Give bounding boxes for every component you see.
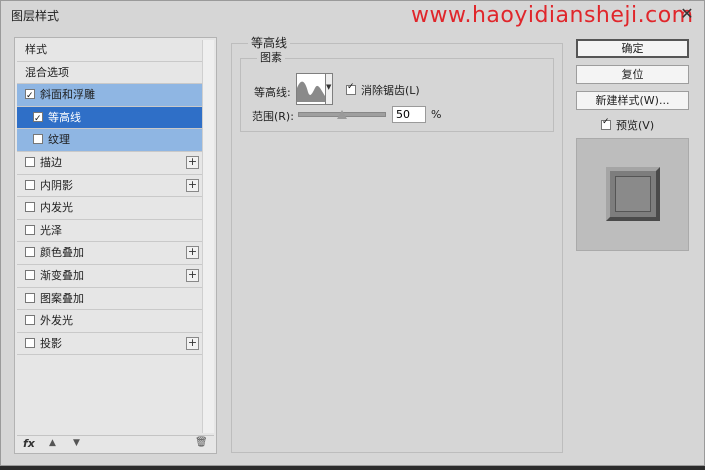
preview-checkbox[interactable] <box>601 117 611 130</box>
style-preview-box <box>576 138 689 251</box>
inner-glow-checkbox[interactable] <box>25 202 35 213</box>
antialias-checkbox[interactable] <box>346 82 356 95</box>
contour-picker-label: 等高线: <box>254 86 291 99</box>
move-up-icon[interactable]: ▲ <box>49 438 56 448</box>
styles-list-toolbar: fx ▲ ▼ 🗑 <box>17 435 214 452</box>
add-color-overlay-plus-icon[interactable]: + <box>186 246 199 260</box>
style-item-label: 投影 <box>40 336 62 350</box>
contour-dropdown-button[interactable]: ▼ <box>326 73 333 105</box>
style-item-label: 光泽 <box>40 223 62 237</box>
contour-curve-icon <box>297 81 325 102</box>
title-bar[interactable]: 图层样式 www.haoyidiansheji.com ✕ <box>1 1 704 29</box>
range-unit: % <box>431 108 442 121</box>
style-item-label: 纹理 <box>48 133 70 147</box>
styles-list-scrollbar[interactable] <box>202 40 214 433</box>
style-item-pattern-overlay[interactable]: 图案叠加 <box>17 287 203 311</box>
style-item-texture[interactable]: 纹理 <box>17 129 203 152</box>
stroke-checkbox[interactable] <box>25 156 35 167</box>
styles-header[interactable]: 样式 <box>17 39 203 62</box>
move-down-icon[interactable]: ▼ <box>73 438 80 448</box>
dialog-title: 图层样式 <box>11 9 60 23</box>
style-item-inner-shadow[interactable]: 内阴影 + <box>17 174 203 198</box>
style-item-bevel-emboss[interactable]: 斜面和浮雕 <box>17 84 203 107</box>
blend-options-label: 混合选项 <box>25 65 69 79</box>
trash-icon[interactable]: 🗑 <box>195 437 208 448</box>
inner-shadow-checkbox[interactable] <box>25 179 35 190</box>
contour-curve-picker[interactable] <box>296 73 326 105</box>
texture-checkbox[interactable] <box>33 134 43 145</box>
reset-button[interactable]: 复位 <box>576 65 689 84</box>
range-label: 范围(R): <box>252 110 294 123</box>
style-item-label: 描边 <box>40 155 62 169</box>
style-item-color-overlay[interactable]: 颜色叠加 + <box>17 242 203 265</box>
antialias-label: 消除锯齿(L) <box>361 84 420 97</box>
pattern-overlay-checkbox[interactable] <box>25 292 35 303</box>
style-item-label: 等高线 <box>48 110 81 124</box>
fx-icon[interactable]: fx <box>23 437 35 450</box>
style-item-satin[interactable]: 光泽 <box>17 219 203 243</box>
bevel-emboss-checkbox[interactable] <box>25 86 35 107</box>
style-item-label: 内阴影 <box>40 178 73 192</box>
style-preview-swatch-inner <box>615 176 651 212</box>
style-item-label: 渐变叠加 <box>40 268 84 282</box>
style-item-stroke[interactable]: 描边 + <box>17 151 203 175</box>
range-input[interactable] <box>392 106 426 123</box>
styles-list-panel: 样式 混合选项 斜面和浮雕 等高线 纹理 描边 + 内阴影 + 内发光 光泽 颜… <box>14 37 217 454</box>
style-item-label: 颜色叠加 <box>40 246 84 260</box>
style-item-label: 内发光 <box>40 201 73 215</box>
style-item-drop-shadow[interactable]: 投影 + <box>17 332 203 356</box>
drop-shadow-checkbox[interactable] <box>25 337 35 348</box>
antialias-option[interactable]: 消除锯齿(L) <box>346 82 420 98</box>
styles-header-label: 样式 <box>25 43 47 56</box>
gradient-overlay-checkbox[interactable] <box>25 269 35 280</box>
add-gradient-overlay-plus-icon[interactable]: + <box>186 268 199 282</box>
contour-checkbox[interactable] <box>33 109 43 130</box>
outer-glow-checkbox[interactable] <box>25 315 35 326</box>
add-inner-shadow-plus-icon[interactable]: + <box>186 178 199 192</box>
styles-list: 样式 混合选项 斜面和浮雕 等高线 纹理 描边 + 内阴影 + 内发光 光泽 颜… <box>17 39 203 356</box>
style-item-outer-glow[interactable]: 外发光 <box>17 310 203 333</box>
style-item-label: 斜面和浮雕 <box>40 88 95 102</box>
color-overlay-checkbox[interactable] <box>25 247 35 258</box>
style-preview-swatch <box>606 167 660 221</box>
style-item-label: 图案叠加 <box>40 291 84 305</box>
style-item-gradient-overlay[interactable]: 渐变叠加 + <box>17 264 203 288</box>
blend-options-item[interactable]: 混合选项 <box>17 61 203 85</box>
preview-option[interactable]: 预览(V) <box>601 117 654 133</box>
satin-checkbox[interactable] <box>25 224 35 235</box>
add-stroke-plus-icon[interactable]: + <box>186 155 199 169</box>
preview-label: 预览(V) <box>616 119 655 132</box>
style-item-contour[interactable]: 等高线 <box>17 106 203 130</box>
chevron-down-icon: ▼ <box>326 83 332 91</box>
watermark-text: www.haoyidiansheji.com <box>411 3 694 28</box>
add-drop-shadow-plus-icon[interactable]: + <box>186 336 199 350</box>
style-item-inner-glow[interactable]: 内发光 <box>17 197 203 220</box>
style-item-label: 外发光 <box>40 314 73 328</box>
elements-subgroup-title: 图素 <box>257 49 285 65</box>
range-slider-thumb[interactable] <box>337 110 347 119</box>
close-icon[interactable]: ✕ <box>677 4 697 24</box>
ok-button[interactable]: 确定 <box>576 39 689 58</box>
new-style-button[interactable]: 新建样式(W)... <box>576 91 689 110</box>
